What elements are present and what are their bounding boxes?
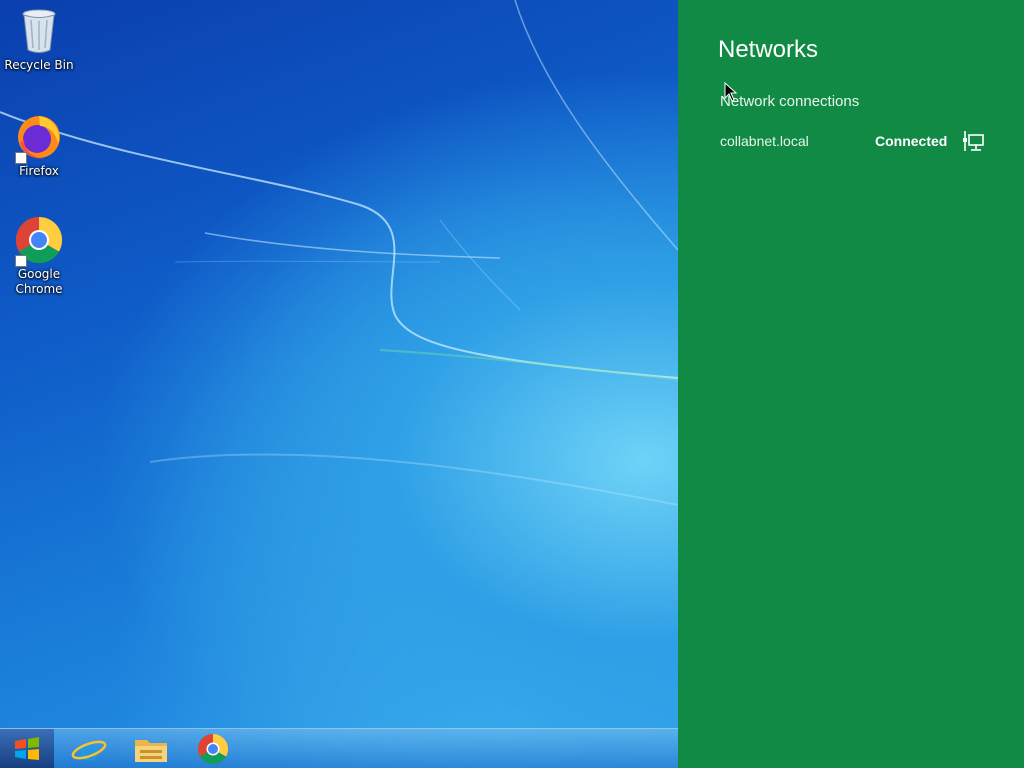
taskbar: e xyxy=(0,728,678,768)
recycle-bin-icon xyxy=(22,9,56,53)
windows-logo-icon xyxy=(15,737,39,760)
desktop-icon-recycle-bin[interactable]: Recycle Bin xyxy=(1,6,77,73)
network-connection-item[interactable]: collabnet.local Connected xyxy=(708,124,1008,160)
file-explorer-icon xyxy=(135,740,167,762)
desktop-icon-firefox[interactable]: Firefox xyxy=(1,112,77,179)
panel-title: Networks xyxy=(718,36,819,63)
desktop-icon-label: Recycle Bin xyxy=(4,58,74,72)
svg-text:e: e xyxy=(79,733,98,767)
desktop-icon-label: Firefox xyxy=(19,164,59,178)
taskbar-item-file-explorer[interactable] xyxy=(128,731,174,767)
chrome-icon xyxy=(197,734,229,765)
shortcut-arrow-icon xyxy=(15,152,27,164)
start-button[interactable] xyxy=(0,729,54,768)
network-name: collabnet.local xyxy=(720,133,809,149)
mouse-cursor-icon xyxy=(724,82,738,102)
taskbar-item-internet-explorer[interactable]: e xyxy=(66,731,112,768)
networks-panel: Networks Network connections collabnet.l… xyxy=(678,0,1024,768)
ethernet-icon xyxy=(963,131,984,151)
taskbar-item-google-chrome[interactable] xyxy=(190,731,236,767)
desktop-icon-label: Google Chrome xyxy=(15,267,63,296)
internet-explorer-icon: e xyxy=(71,733,107,768)
desktop-icon-google-chrome[interactable]: Google Chrome xyxy=(1,215,77,297)
connection-status: Connected xyxy=(875,133,948,149)
desktop[interactable]: Recycle Bin Firefox Google Chrome e xyxy=(0,0,678,768)
wallpaper-streaks xyxy=(0,0,678,506)
shortcut-arrow-icon xyxy=(15,255,27,267)
section-heading: Network connections xyxy=(720,93,860,110)
